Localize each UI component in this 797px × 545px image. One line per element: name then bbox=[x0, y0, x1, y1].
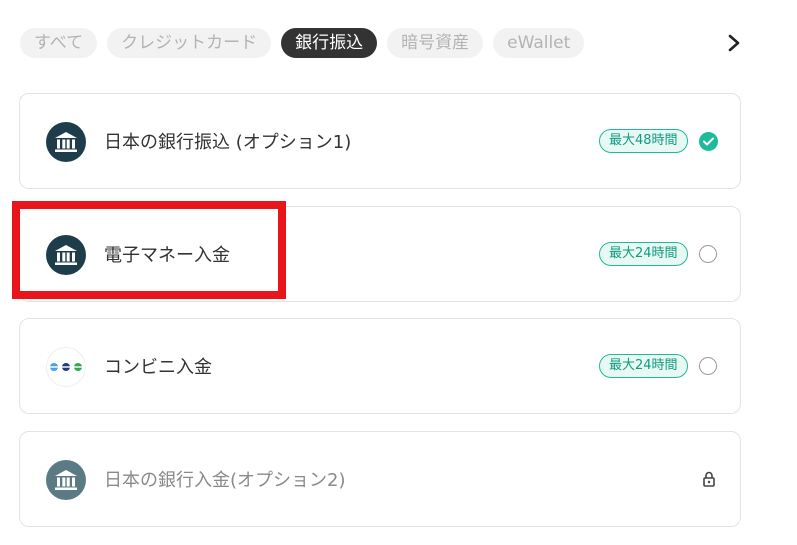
payment-method-card-bank-transfer-option2[interactable]: 日本の銀行入金(オプション2) bbox=[19, 431, 741, 527]
radio-circle-icon[interactable] bbox=[699, 245, 717, 263]
payment-method-label: コンビニ入金 bbox=[104, 357, 212, 378]
bank-icon bbox=[46, 235, 86, 275]
payment-method-card-bank-transfer-option1[interactable]: 日本の銀行振込 (オプション1) 最大48時間 bbox=[19, 93, 741, 189]
payment-method-card-convenience-store[interactable]: コンビニ入金 最大24時間 bbox=[19, 318, 741, 414]
bank-icon bbox=[46, 122, 86, 162]
payment-method-label: 電子マネー入金 bbox=[104, 245, 230, 266]
payment-method-label: 日本の銀行振込 (オプション1) bbox=[104, 132, 352, 153]
radio-circle-icon[interactable] bbox=[699, 357, 717, 375]
payment-category-tabs: すべて クレジットカード 銀行振込 暗号資産 eWallet bbox=[20, 28, 594, 58]
processing-time-badge: 最大24時間 bbox=[599, 354, 688, 378]
tab-crypto[interactable]: 暗号資産 bbox=[387, 28, 484, 58]
convenience-store-icon bbox=[46, 347, 86, 387]
check-circle-icon[interactable] bbox=[699, 132, 718, 151]
payment-method-card-emoney[interactable]: 電子マネー入金 最大24時間 bbox=[19, 206, 741, 302]
tab-credit-card[interactable]: クレジットカード bbox=[107, 28, 272, 58]
lock-icon bbox=[703, 471, 715, 487]
processing-time-badge: 最大24時間 bbox=[599, 242, 688, 266]
tab-bank-transfer[interactable]: 銀行振込 bbox=[281, 28, 378, 58]
tab-ewallet[interactable]: eWallet bbox=[493, 28, 585, 58]
bank-icon bbox=[46, 460, 86, 500]
payment-method-label: 日本の銀行入金(オプション2) bbox=[104, 470, 346, 491]
processing-time-badge: 最大48時間 bbox=[599, 129, 688, 153]
tab-all[interactable]: すべて bbox=[20, 28, 98, 58]
chevron-right-icon[interactable] bbox=[723, 31, 745, 55]
